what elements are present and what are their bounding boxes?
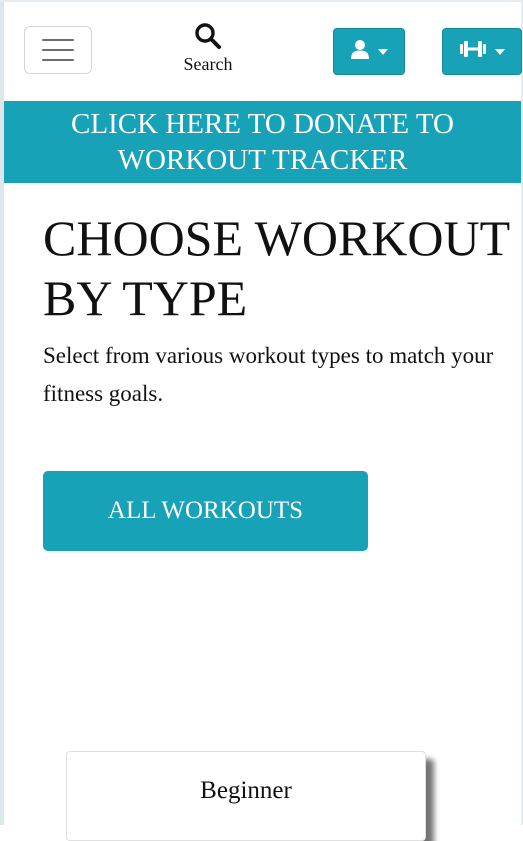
page-description: Select from various workout types to mat… — [43, 343, 494, 406]
user-menu-button[interactable] — [333, 28, 405, 75]
chevron-down-icon — [495, 48, 505, 55]
user-icon — [350, 39, 370, 64]
all-workouts-button[interactable]: ALL WORKOUTS — [43, 471, 368, 551]
donate-banner-link[interactable]: CLICK HERE TO DONATE TO WORKOUT TRACKER — [4, 101, 521, 183]
menu-toggle-button[interactable] — [24, 26, 92, 74]
chevron-down-icon — [378, 48, 388, 55]
search-icon — [193, 21, 223, 51]
search-link[interactable]: Search — [168, 21, 248, 79]
workout-type-card-beginner[interactable]: Beginner — [66, 751, 426, 841]
card-title: Beginner — [200, 777, 292, 804]
hamburger-menu-icon-bar — [42, 59, 74, 61]
workout-menu-button[interactable] — [442, 28, 522, 75]
dumbbell-icon — [459, 40, 487, 63]
hamburger-menu-icon-bar — [42, 49, 74, 51]
navbar: Search — [4, 2, 522, 101]
search-label: Search — [183, 54, 233, 74]
hamburger-menu-icon — [42, 39, 74, 41]
page-title: CHOOSE WORKOUT BY TYPE — [43, 210, 510, 326]
